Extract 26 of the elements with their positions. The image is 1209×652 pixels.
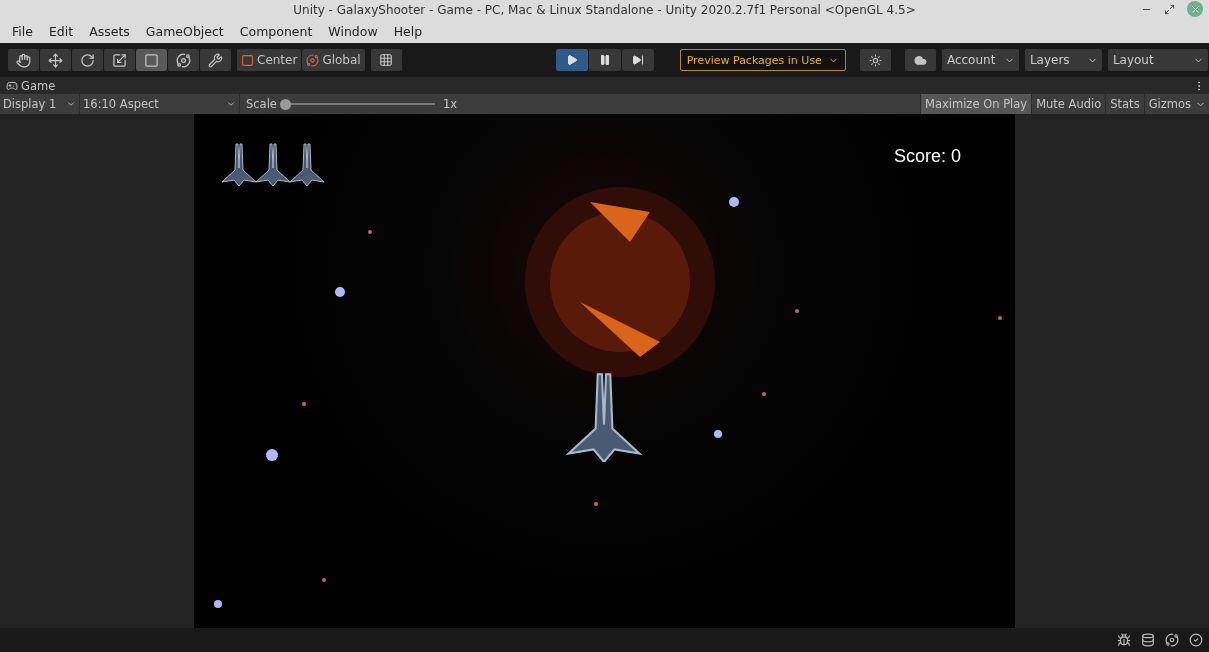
dropdown-label: Display 1: [3, 97, 57, 111]
tab-label: Game: [21, 78, 56, 93]
menu-item[interactable]: Component: [231, 23, 321, 39]
menu-item[interactable]: Assets: [81, 23, 138, 39]
menu-item[interactable]: Window: [320, 23, 386, 39]
menu-item[interactable]: GameObject: [137, 23, 232, 39]
dropdown[interactable]: Layout: [1107, 49, 1208, 71]
preview-packages-label: Preview Packages in Use: [686, 53, 822, 67]
dropdown-label: 16:10 Aspect: [83, 97, 159, 111]
game-tab[interactable]: Game: [6, 78, 56, 93]
menu-item[interactable]: Help: [385, 23, 431, 39]
dropdown-label: Account: [946, 53, 996, 67]
preview-packages-dropdown[interactable]: Preview Packages in Use: [679, 49, 846, 71]
toggle-button[interactable]: Maximize On Play: [920, 94, 1032, 114]
scale-value: 1x: [442, 97, 458, 111]
pivot-button[interactable]: Center: [237, 49, 302, 71]
dropdown[interactable]: Layers: [1024, 49, 1102, 71]
menu-item[interactable]: File: [4, 23, 41, 39]
score-text: Score: 0: [893, 146, 961, 167]
dropdown-label: Layout: [1112, 53, 1154, 67]
window-title: Unity - GalaxyShooter - Game - PC, Mac & Linux Standalone - Unity 2020.2.7f1 Personal <OpenGL 4.5>: [293, 2, 916, 17]
dropdown[interactable]: Account: [941, 49, 1019, 71]
pivot-button[interactable]: Global: [302, 49, 365, 71]
dropdown-label: Layers: [1029, 53, 1070, 67]
scale-label: Scale: [246, 97, 277, 111]
menu-item[interactable]: Edit: [40, 23, 82, 39]
